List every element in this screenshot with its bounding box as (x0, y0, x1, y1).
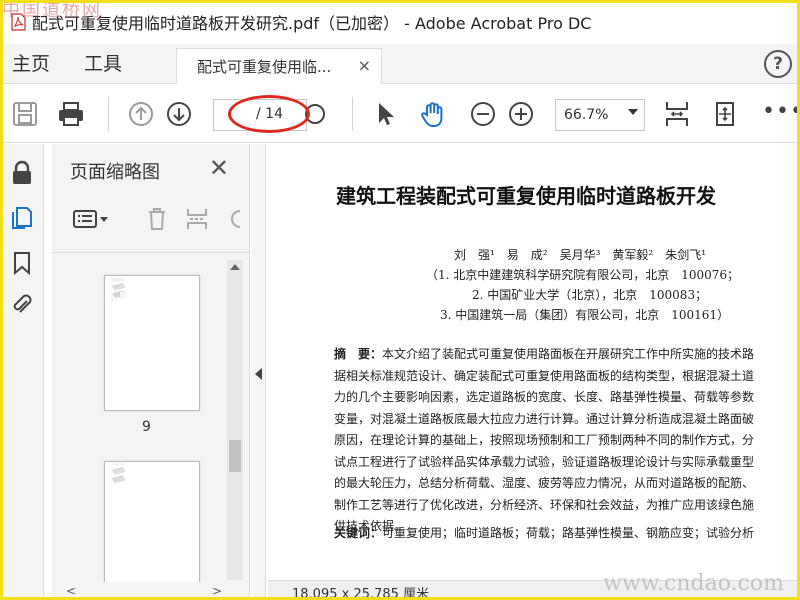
more-tools-icon[interactable]: ••• (762, 101, 800, 123)
abstract-line: 原因，在理论计算的基础上，按照现场预制和工厂预制两种不同的制作方式，分 (334, 433, 755, 447)
collapse-left-icon[interactable] (255, 368, 262, 380)
paper-authors: 刘 强¹ 易 成² 吴月华³ 黄军毅² 朱剑飞¹ (454, 248, 707, 262)
title-bar: 配式可重复使用临时道路板开发研究.pdf（已加密） - Adobe Acroba… (0, 0, 800, 44)
abstract-line: 力的几个主要影响因素，选定道路板的宽度、长度、路基弹性模量、荷载等参数 (334, 390, 755, 404)
bookmark-icon[interactable] (8, 248, 36, 278)
save-icon[interactable] (10, 99, 40, 129)
document-view: 建筑工程装配式可重复使用临时道路板开发 刘 强¹ 易 成² 吴月华³ 黄军毅² … (268, 144, 800, 600)
thumbnail-list: 9 (52, 252, 250, 582)
paper-title: 建筑工程装配式可重复使用临时道路板开发 (336, 184, 716, 208)
zoom-value: 66.7% (564, 107, 609, 123)
toolbar-divider (352, 97, 353, 131)
delete-pages-icon[interactable] (144, 204, 170, 234)
panel-title: 页面缩略图 (70, 162, 160, 183)
lock-icon[interactable] (8, 158, 36, 188)
thumbnail-options-menu[interactable] (72, 204, 108, 234)
highlight-annotation-circle (228, 95, 310, 133)
close-panel-icon[interactable]: ✕ (209, 154, 229, 182)
extract-pages-icon[interactable] (184, 204, 210, 234)
zoom-select[interactable]: 66.7% (555, 99, 645, 131)
zoom-out-icon[interactable] (468, 99, 498, 129)
page-thumbnails-panel: 页面缩略图 ✕ 9 < > (52, 144, 250, 600)
scroll-up-icon[interactable] (230, 264, 240, 270)
scroll-right-icon[interactable]: > (212, 584, 222, 598)
help-button[interactable]: ? (764, 50, 792, 78)
affiliation-3: 3. 中国建筑一局（集团）有限公司，北京 100161） (440, 308, 730, 322)
keywords-label: 关键词： (334, 526, 383, 540)
abstract-line: 据相关标准规范设计、确定装配式可重复使用路面板的结构类型，根据混凝土道 (334, 368, 755, 383)
toolbar: / 14 66.7% ••• (0, 85, 800, 143)
affiliation-2: 2. 中国矿业大学（北京），北京 100083； (472, 288, 708, 302)
abstract-line: 制作工艺等进行了优化改进，分析经济、环保和社会效益，为推广应用该绿色施 (334, 497, 755, 512)
hand-tool-icon[interactable] (418, 99, 448, 129)
scrollbar-thumb[interactable] (229, 440, 241, 472)
abstract-line: 变量，对混凝土道路板底最大拉应力进行计算。通过计算分析造成混凝土路面破 (334, 411, 755, 426)
close-tab-icon[interactable]: × (358, 56, 371, 75)
tab-home[interactable]: 主页 (12, 44, 50, 84)
watermark-bottom: www.cndao.com (603, 571, 784, 596)
abstract-line: 试点工程进行了试验样品实体承载力试验，验证道路板理论设计与实际承载重型 (334, 454, 755, 469)
keywords-text: 可重复使用；临时道路板；荷载；路基弹性模量、钢筋应变；试验分析 (382, 526, 755, 540)
fit-page-icon[interactable] (662, 99, 692, 129)
previous-page-icon[interactable] (126, 99, 156, 129)
abstract-line: 的最大轮压力，总结分析荷载、湿度、疲劳等应力情况，从而对道路板的配筋、 (334, 476, 755, 490)
keywords: 关键词：可重复使用；临时道路板；荷载；路基弹性模量、钢筋应变；试验分析 (334, 524, 754, 541)
print-icon[interactable] (56, 99, 86, 129)
page-thumbnail-9[interactable] (104, 275, 200, 411)
abstract-line: 摘 要：本文介绍了装配式可重复使用路面板在开展研究工作中所实施的技术路 (334, 347, 755, 361)
chevron-down-icon (628, 109, 638, 115)
window-title: 配式可重复使用临时道路板开发研究.pdf（已加密） - Adobe Acroba… (32, 14, 592, 33)
page-thumbnails-icon[interactable] (8, 202, 36, 232)
attachment-icon[interactable] (8, 290, 36, 320)
tab-bar: 主页 工具 配式可重复使用临... × ? (0, 44, 800, 84)
abstract: 摘 要：本文介绍了装配式可重复使用路面板在开展研究工作中所实施的技术路 据相关标… (334, 344, 800, 538)
affiliation-1: （1. 北京中建建筑科学研究院有限公司，北京 100076； (426, 268, 740, 282)
document-tab-label: 配式可重复使用临... (197, 58, 332, 76)
rotate-pages-icon[interactable] (228, 204, 254, 234)
tab-tools[interactable]: 工具 (84, 44, 122, 84)
thumbnail-page-label: 9 (142, 419, 151, 435)
watermark-top: 中国道桥网 (2, 0, 102, 21)
chevron-down-icon (100, 216, 108, 222)
tab-document[interactable]: 配式可重复使用临... × (176, 48, 382, 84)
toolbar-divider (108, 97, 109, 131)
select-cursor-icon[interactable] (370, 99, 400, 129)
thumbnail-scrollbar[interactable] (227, 260, 243, 580)
next-page-icon[interactable] (164, 99, 194, 129)
zoom-in-icon[interactable] (506, 99, 536, 129)
rotate-view-icon[interactable] (710, 99, 740, 129)
page-thumbnail-10[interactable] (104, 461, 200, 582)
panel-collapse-handle[interactable] (252, 144, 266, 600)
left-navigation-rail (0, 144, 44, 600)
scroll-left-icon[interactable]: < (66, 584, 76, 598)
page-dimensions: 18.095 x 25.785 厘米 (292, 587, 430, 600)
abstract-label: 摘 要： (334, 347, 383, 361)
thumbnail-horizontal-scrollbar[interactable]: < > (60, 580, 244, 598)
